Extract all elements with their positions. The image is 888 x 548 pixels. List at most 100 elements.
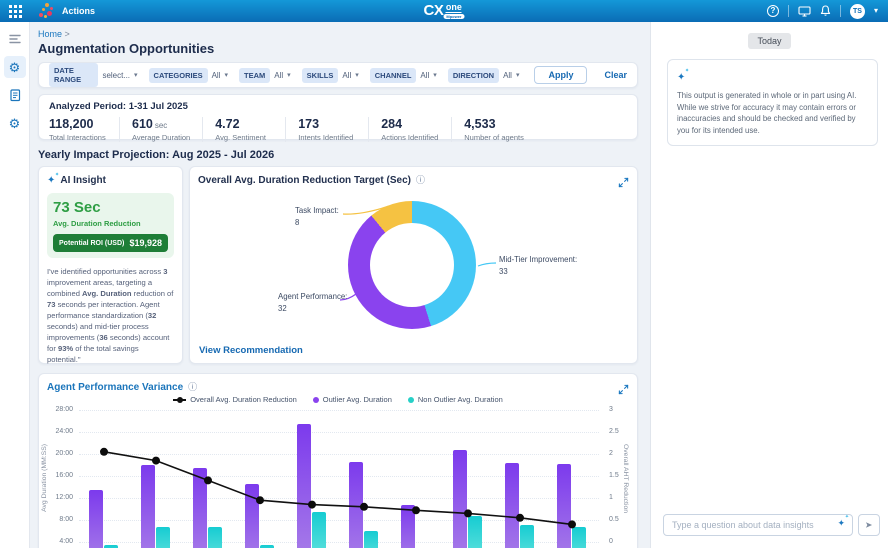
clear-button[interactable]: Clear	[604, 70, 627, 80]
today-chip: Today	[748, 33, 790, 49]
app-name-label: Actions	[62, 6, 95, 16]
bar-line-plot	[79, 410, 599, 548]
line-marker	[308, 501, 316, 509]
filter-channel[interactable]: CHANNELAll▾	[370, 68, 437, 83]
y-right-tick: 0.5	[609, 516, 619, 523]
y-right-tick: 2	[609, 450, 613, 457]
chat-sparkle-icon: ✦	[837, 519, 845, 528]
app-grid-icon[interactable]	[9, 5, 22, 18]
chevron-down-icon: ▾	[516, 71, 520, 79]
chevron-down-icon: ▾	[355, 71, 359, 79]
apply-button[interactable]: Apply	[534, 66, 587, 84]
breadcrumb: Home >	[38, 29, 650, 39]
divider	[368, 117, 369, 142]
info-icon[interactable]: ⓘ	[416, 176, 425, 185]
kpi-stats-row: 118,200Total Interactions610secAverage D…	[49, 117, 627, 142]
sidebar-item-list[interactable]	[4, 28, 26, 50]
user-avatar[interactable]: TS	[850, 4, 865, 19]
divider	[840, 5, 841, 17]
chevron-down-icon: ▾	[134, 71, 138, 79]
divider	[119, 117, 120, 142]
line-marker	[360, 503, 368, 511]
duration-reduction-panel: 73 Sec Avg. Duration Reduction Potential…	[47, 193, 174, 258]
analyzed-period-card: Analyzed Period: 1-31 Jul 2025 118,200To…	[38, 94, 638, 140]
ai-disclaimer-card: ✦ This output is generated in whole or i…	[667, 59, 878, 146]
y-right-tick: 3	[609, 406, 613, 413]
donut-chart	[348, 201, 476, 329]
filter-bar: DATE RANGEselect...▾ CATEGORIESAll▾ TEAMAl…	[38, 62, 638, 88]
line-marker	[412, 506, 420, 514]
yearly-projection-heading: Yearly Impact Projection: Aug 2025 - Jul…	[38, 149, 650, 161]
bar-chart-title: Agent Performance Variance	[47, 382, 183, 393]
help-icon[interactable]: ?	[767, 5, 779, 17]
notifications-bell-icon[interactable]	[820, 5, 831, 17]
callout-agent-performance: Agent Performance:32	[278, 291, 347, 314]
callout-task-impact: Task Impact:8	[295, 205, 339, 228]
y-right-tick: 0	[609, 538, 613, 545]
reduction-value: 73 Sec	[53, 199, 168, 216]
y-left-tick: 4:00	[59, 538, 73, 545]
sidebar-item-automation[interactable]: ⚙	[4, 56, 26, 78]
screen-share-icon[interactable]	[798, 6, 811, 17]
sidebar-item-reports[interactable]	[4, 84, 26, 106]
send-button[interactable]	[858, 514, 880, 536]
filter-skills[interactable]: SKILLSAll▾	[302, 68, 359, 83]
ai-insight-text: I've identified opportunities across 3 i…	[47, 266, 174, 365]
roi-bar: Potential ROI (USD) $19,928	[53, 234, 168, 252]
chevron-down-icon: ▾	[433, 71, 437, 79]
breadcrumb-home-link[interactable]: Home	[38, 29, 62, 39]
y-right-tick: 1.5	[609, 472, 619, 479]
y-left-tick: 20:00	[55, 450, 73, 457]
kpi-stat: 4.72Avg. Sentiment	[215, 117, 273, 142]
chevron-down-icon[interactable]: ▾	[874, 7, 878, 15]
legend-item: Overall Avg. Duration Reduction	[173, 395, 297, 404]
reduction-label: Avg. Duration Reduction	[53, 219, 168, 228]
y-left-tick: 24:00	[55, 428, 73, 435]
agent-performance-variance-card: Agent Performance Variance ⓘ Overall Avg…	[38, 373, 638, 548]
sidebar-item-settings[interactable]: ⚙	[4, 112, 26, 134]
line-marker	[568, 520, 576, 528]
y-right-tick: 1	[609, 494, 613, 501]
disclaimer-line-2: While we strive for accuracy it may cont…	[677, 102, 868, 137]
kpi-stat: 284Actions Identified	[381, 117, 439, 142]
actions-logo-icon	[38, 3, 56, 19]
mpower-badge: Mpower	[443, 14, 464, 19]
filter-direction[interactable]: DIRECTIONAll▾	[448, 68, 520, 83]
kpi-stat: 4,533Number of agents	[464, 117, 524, 142]
analyzed-period-title: Analyzed Period: 1-31 Jul 2025	[49, 101, 627, 112]
main-content: Home > Augmentation Opportunities DATE R…	[30, 22, 650, 548]
expand-icon[interactable]	[618, 175, 629, 193]
line-marker	[204, 476, 212, 484]
legend-item: Non Outlier Avg. Duration	[408, 395, 503, 404]
divider	[788, 5, 789, 17]
ai-sparkle-icon: ✦	[677, 72, 685, 83]
duration-target-chart-card: Overall Avg. Duration Reduction Target (…	[189, 166, 638, 364]
ai-insight-title: AI Insight	[60, 175, 106, 186]
view-recommendation-link[interactable]: View Recommendation	[199, 345, 303, 356]
legend-marker	[173, 399, 186, 401]
line-marker	[516, 514, 524, 522]
top-bar: Actions CX one Mpower ? TS ▾	[0, 0, 888, 22]
y-left-tick: 12:00	[55, 494, 73, 501]
kpi-stat: 173Intents Identified	[298, 117, 356, 142]
y-left-tick: 28:00	[55, 406, 73, 413]
divider	[285, 117, 286, 142]
info-icon[interactable]: ⓘ	[188, 383, 197, 392]
gear-icon: ⚙	[9, 61, 21, 74]
y-left-tick: 8:00	[59, 516, 73, 523]
ai-insight-card: ✦ AI Insight 73 Sec Avg. Duration Reduct…	[38, 166, 183, 364]
cxone-logo: CX one Mpower	[424, 1, 465, 21]
donut-chart-title: Overall Avg. Duration Reduction Target (…	[198, 175, 411, 186]
legend-marker	[313, 397, 319, 403]
filter-categories[interactable]: CATEGORIESAll▾	[149, 68, 228, 83]
chat-question-input[interactable]	[663, 514, 853, 536]
filter-date-range[interactable]: DATE RANGEselect...▾	[49, 63, 138, 87]
ai-assistant-panel: Today ✦ This output is generated in whol…	[650, 22, 888, 548]
filter-team[interactable]: TEAMAll▾	[239, 68, 291, 83]
y-right-tick: 2.5	[609, 428, 619, 435]
list-icon	[8, 32, 22, 46]
settings-gear-icon: ⚙	[9, 117, 21, 130]
left-axis-label: Avg Duration (MM:SS)	[41, 444, 48, 512]
roi-label: Potential ROI (USD)	[59, 240, 124, 247]
disclaimer-line-1: This output is generated in whole or in …	[677, 90, 868, 102]
